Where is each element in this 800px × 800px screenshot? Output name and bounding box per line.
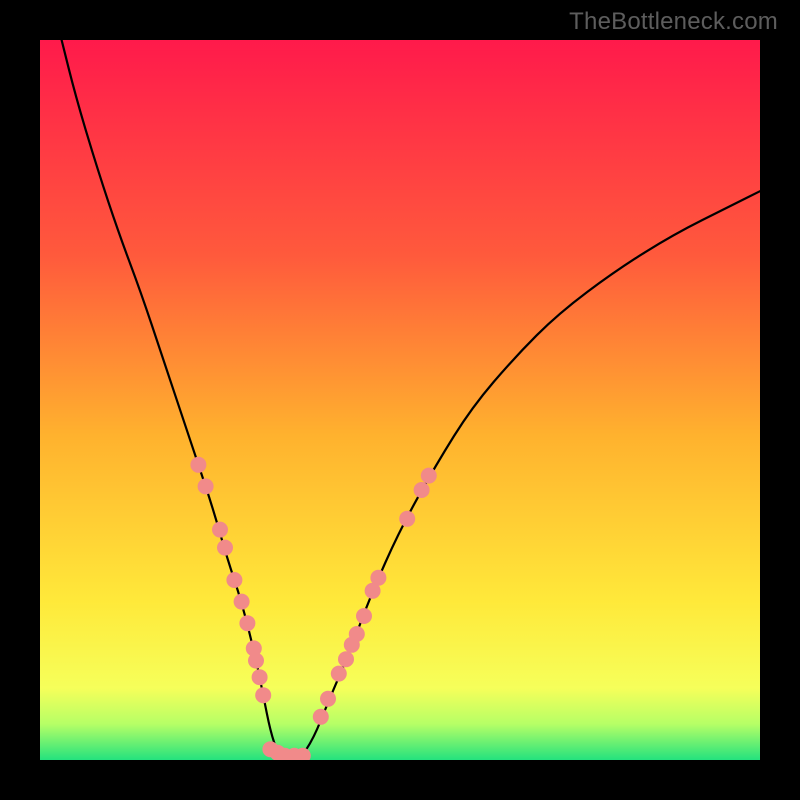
marker-dot [190,457,206,473]
marker-dot [226,572,242,588]
watermark-text: TheBottleneck.com [569,8,778,36]
marker-dot [399,511,415,527]
marker-dot [234,594,250,610]
marker-dot [349,626,365,642]
marker-dot [198,478,214,494]
marker-dot [217,540,233,556]
marker-dot [331,666,347,682]
marker-dot [356,608,372,624]
marker-dot [421,468,437,484]
marker-dot [255,687,271,703]
bottleneck-curve [62,40,760,760]
curve-layer [40,40,760,760]
plot-area [40,40,760,760]
marker-dot [414,482,430,498]
marker-dot [320,691,336,707]
marker-dot [248,653,264,669]
marker-dot [370,570,386,586]
marker-dot [313,709,329,725]
marker-dot [239,615,255,631]
marker-dot [252,669,268,685]
marker-dot [338,651,354,667]
marker-group [190,457,436,760]
marker-dot [212,522,228,538]
chart-stage: TheBottleneck.com [0,0,800,800]
